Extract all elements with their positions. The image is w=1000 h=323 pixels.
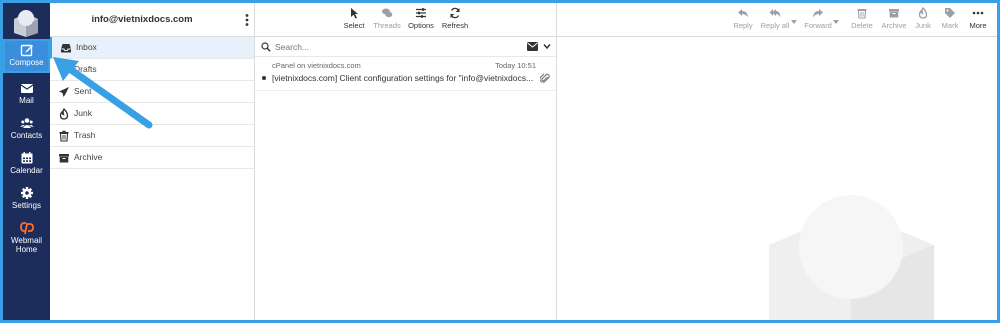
folder-junk[interactable]: Junk [50,103,254,125]
folder-sent[interactable]: Sent [50,81,254,103]
cpanel-icon [19,222,34,235]
nav-calendar-button[interactable]: Calendar [3,149,50,183]
reply-all-button[interactable]: Reply all [759,7,791,35]
forward-icon [813,9,823,18]
compose-icon [20,44,33,57]
folder-label: Archive [74,152,103,162]
forward-label: Forward [804,21,832,30]
reply-all-label: Reply all [760,21,790,30]
chevron-down-icon[interactable] [543,43,551,50]
search-input[interactable] [275,40,505,54]
mark-button[interactable]: Mark [937,7,963,35]
message-toolbar: Reply Reply all Forward Delete Archive J… [557,3,997,37]
folder-pane: info@vietnixdocs.com Inbox Drafts Sent J… [50,3,255,320]
gear-icon [20,187,33,199]
sliders-icon [416,8,426,18]
cursor-pointer-icon [351,8,358,19]
refresh-button[interactable]: Refresh [439,7,471,35]
nav-contacts-button[interactable]: Contacts [3,114,50,148]
fire-icon [59,108,69,120]
message-list-pane: Select Threads Options Refresh Search...… [255,3,557,320]
folder-inbox[interactable]: Inbox [50,37,254,59]
envelope-icon [20,84,33,93]
roundcube-watermark-icon [769,195,934,320]
message-preview-pane: Reply Reply all Forward Delete Archive J… [557,3,997,320]
nav-settings-button[interactable]: Settings [3,184,50,218]
folder-label: Junk [74,108,92,118]
more-dots-icon [972,11,984,15]
trash-icon [857,9,867,19]
folder-pane-header: info@vietnixdocs.com [50,3,254,37]
users-icon [19,118,34,128]
folder-archive[interactable]: Archive [50,147,254,169]
fire-icon [918,7,928,19]
archive-icon [889,9,899,18]
folder-label: Drafts [74,64,97,74]
calendar-icon [21,152,32,164]
tag-icon [945,8,955,18]
message-list-item[interactable]: cPanel on vietnixdocs.com Today 10:51 [v… [255,57,556,91]
trash-icon [59,130,69,142]
reply-icon [738,9,748,18]
reply-label: Reply [733,21,753,30]
nav-compose-label: Compose [9,58,44,67]
refresh-label: Refresh [441,21,469,30]
paperclip-icon [540,73,550,83]
list-toolbar: Select Threads Options Refresh [255,3,556,37]
junk-button[interactable]: Junk [911,7,935,35]
inbox-icon [61,44,71,53]
nav-mail-button[interactable]: Mail [3,79,50,113]
nav-contacts-label: Contacts [10,131,43,140]
options-button[interactable]: Options [405,7,437,35]
reply-all-dropdown-icon[interactable] [791,20,797,24]
comments-icon [382,8,393,18]
paper-plane-icon [59,87,69,97]
more-button[interactable]: More [965,7,991,35]
threads-button[interactable]: Threads [371,7,403,35]
junk-label: Junk [915,21,931,30]
nav-webmail-home-label: Webmail Home [11,236,42,254]
nav-mail-label: Mail [19,96,34,105]
forward-dropdown-icon[interactable] [833,20,839,24]
options-label: Options [408,21,434,30]
nav-settings-label: Settings [12,201,41,210]
message-subject: [vietnixdocs.com] Client configuration s… [272,73,534,83]
forward-button[interactable]: Forward [801,7,835,35]
nav-webmail-home-button[interactable]: Webmail Home [3,219,50,255]
nav-compose-button[interactable]: Compose [3,39,50,73]
message-sender: cPanel on vietnixdocs.com [272,61,361,70]
pencil-icon [60,65,69,74]
nav-calendar-label: Calendar [10,166,43,175]
folder-label: Trash [74,130,96,140]
archive-icon [59,154,69,163]
webmail-window: Compose Mail Contacts Calendar Settings … [0,0,1000,323]
roundcube-logo-icon [14,10,38,37]
folder-label: Sent [74,86,92,96]
select-button[interactable]: Select [341,7,367,35]
delete-label: Delete [851,21,873,30]
envelope-filter-icon[interactable] [527,42,538,51]
kebab-menu-icon[interactable] [244,13,250,27]
refresh-icon [450,7,460,19]
search-icon [261,42,271,52]
message-date: Today 10:51 [495,61,536,70]
delete-button[interactable]: Delete [849,7,875,35]
account-email: info@vietnixdocs.com [91,14,193,25]
folder-label: Inbox [76,42,97,52]
main-navigation: Compose Mail Contacts Calendar Settings … [3,3,50,320]
reply-button[interactable]: Reply [729,7,757,35]
more-label: More [969,21,987,30]
select-label: Select [343,21,365,30]
threads-label: Threads [373,21,401,30]
folder-trash[interactable]: Trash [50,125,254,147]
search-bar [255,37,556,57]
archive-label: Archive [881,21,907,30]
mark-label: Mark [941,21,959,30]
unread-dot-icon [262,76,266,80]
reply-all-icon [769,9,781,18]
folder-drafts[interactable]: Drafts [50,59,254,81]
archive-button[interactable]: Archive [879,7,909,35]
